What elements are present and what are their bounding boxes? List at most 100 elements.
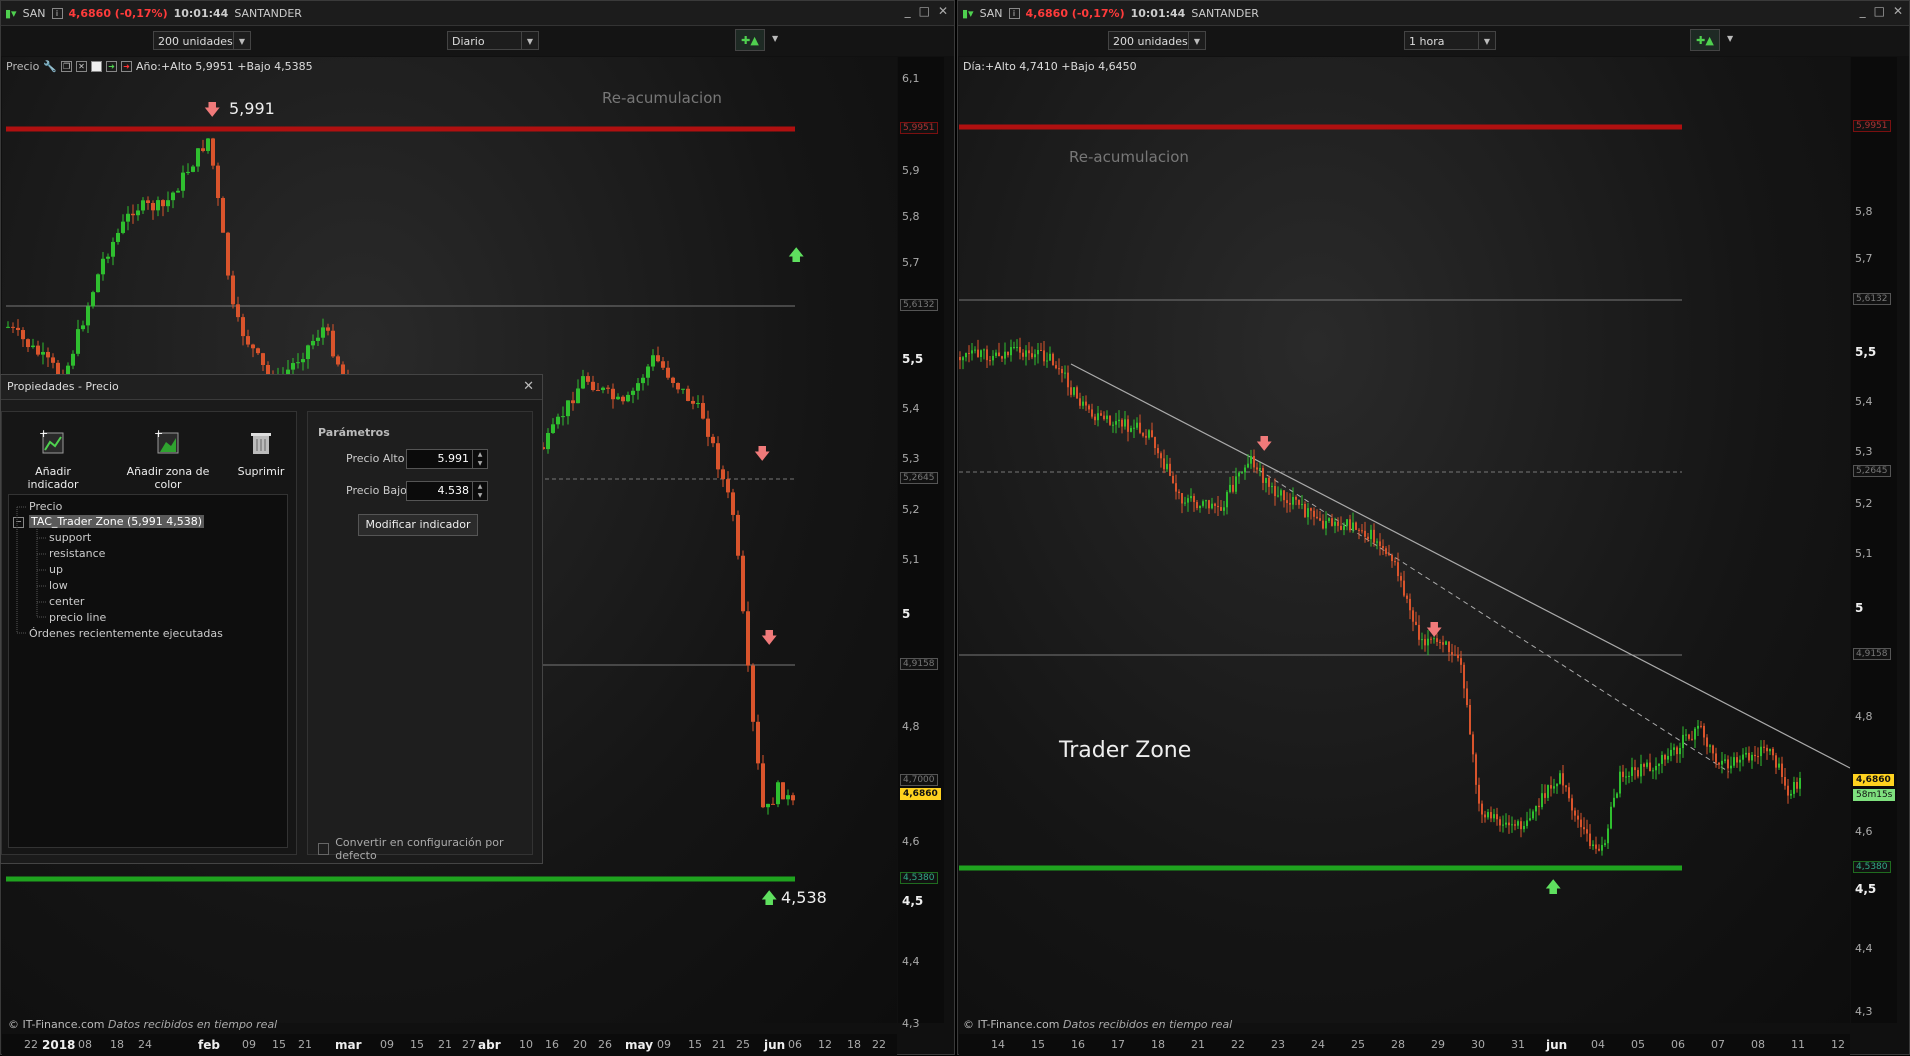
candle-body <box>1217 505 1219 508</box>
candle-body <box>1337 521 1339 526</box>
stepper-icon[interactable]: ▲ ▼ <box>472 450 487 468</box>
candle-body <box>1670 749 1672 756</box>
precio-bajo-input[interactable]: 4.538 ▲ ▼ <box>406 481 488 501</box>
candle-body <box>581 376 585 389</box>
candle-body <box>1244 467 1246 473</box>
candle-body <box>1382 546 1384 549</box>
y-tick: 5,5 <box>902 352 924 366</box>
candle-body <box>1109 415 1111 425</box>
candle-body <box>1502 824 1504 826</box>
default-config-checkbox[interactable]: Convertir en configuración por defecto <box>318 836 532 862</box>
candle-body <box>1391 554 1393 562</box>
x-tick: 09 <box>657 1038 671 1051</box>
candle-body <box>711 436 715 444</box>
candle-body <box>586 376 590 382</box>
stepper-icon[interactable]: ▲ ▼ <box>472 482 487 500</box>
checkbox[interactable] <box>318 843 330 855</box>
close-icon[interactable]: ✕ <box>938 4 948 18</box>
delete-button[interactable]: Suprimir <box>234 428 288 478</box>
window-menu-icon[interactable]: ▮▾ <box>5 7 17 20</box>
maximize-icon[interactable]: □ <box>919 4 930 18</box>
minimize-icon[interactable]: _ <box>905 4 911 18</box>
candle-body <box>1316 516 1318 519</box>
right-y-axis: 5,9951 5,8 5,7 5,6132 5,5 5,4 5,3 5,2645… <box>1851 57 1897 1023</box>
add-color-zone-button[interactable]: + Añadir zona de color <box>116 427 220 491</box>
candle-body <box>1598 848 1600 851</box>
maximize-icon[interactable]: □ <box>1874 4 1885 18</box>
candle-body <box>671 377 675 383</box>
candle-body <box>1409 598 1411 611</box>
copy-icon[interactable]: ❐ <box>61 61 73 72</box>
candle-body <box>1133 427 1135 429</box>
chevron-down-icon: ▼ <box>233 32 250 49</box>
candle-body <box>1364 530 1366 537</box>
candle-body <box>1253 455 1255 468</box>
candle-body <box>626 394 630 402</box>
candle-body <box>1694 728 1696 740</box>
close-icon[interactable]: ✕ <box>1893 4 1903 18</box>
left-footer: © IT-Finance.com Datos recibidos en tiem… <box>8 1018 277 1031</box>
candle-body <box>1724 759 1726 761</box>
delete-icon[interactable]: ✕ <box>76 61 88 72</box>
candle-body <box>221 198 225 233</box>
exit-icon[interactable]: ➜ <box>121 61 133 72</box>
minimize-icon[interactable]: _ <box>1860 4 1866 18</box>
timeframe-select[interactable]: 1 hora ▼ <box>1404 31 1496 50</box>
candle-body <box>1454 654 1456 656</box>
copyright: © IT-Finance.com <box>8 1018 105 1031</box>
timeframe-select[interactable]: Diario ▼ <box>447 31 539 50</box>
candle-body <box>576 388 580 404</box>
x-tick: jun <box>764 1038 786 1052</box>
add-indicator-button[interactable]: + Añadir indicador <box>12 427 94 491</box>
units-select[interactable]: 200 unidades ▼ <box>1108 31 1206 50</box>
export-icon[interactable]: ➜ <box>106 61 118 72</box>
candle-body <box>1565 785 1567 788</box>
right-chart-window: ▮▾ SAN i 4,6860 (-0,17%) 10:01:44 SANTAN… <box>957 0 1910 1056</box>
candle-body <box>1070 387 1072 395</box>
candle-body <box>1175 483 1177 492</box>
candle-body <box>306 345 310 360</box>
color-icon[interactable] <box>91 61 103 72</box>
candle-body <box>781 782 785 800</box>
candle-body <box>101 258 105 275</box>
modify-indicator-button[interactable]: Modificar indicador <box>358 514 478 536</box>
x-tick: 15 <box>688 1038 702 1051</box>
candle-body <box>1202 501 1204 506</box>
info-icon[interactable]: i <box>51 7 63 19</box>
chart-tools-icon[interactable]: ✚▲ <box>1690 29 1720 51</box>
y-tick: 5,8 <box>1855 205 1873 218</box>
info-icon[interactable]: i <box>1008 7 1020 19</box>
y-tick: 4,8 <box>902 720 920 733</box>
candle-body <box>141 200 145 211</box>
candle-body <box>1097 413 1099 421</box>
candle-body <box>1673 747 1675 750</box>
range-info: Año:+Alto 5,9951 +Bajo 4,5385 <box>136 60 313 73</box>
chevron-down-icon[interactable]: ▼ <box>772 34 778 43</box>
candle-body <box>71 353 75 366</box>
candle-body <box>1574 810 1576 816</box>
clock-time: 10:01:44 <box>173 6 229 20</box>
x-tick: mar <box>335 1038 362 1052</box>
chart-tools-icon[interactable]: ✚▲ <box>735 29 765 51</box>
candle-body <box>766 803 770 808</box>
window-menu-icon[interactable]: ▮▾ <box>962 7 974 20</box>
close-icon[interactable]: ✕ <box>523 375 534 399</box>
wrench-icon[interactable]: 🔧 <box>43 60 57 73</box>
candle-body <box>746 611 750 666</box>
candle-body <box>1067 372 1069 388</box>
chevron-down-icon[interactable]: ▼ <box>1727 34 1733 43</box>
candle-body <box>611 388 615 400</box>
candle-body <box>1583 827 1585 830</box>
candle-body <box>1415 621 1417 625</box>
right-price-chart[interactable]: 🡇 🡇 🡅 Día:+Alto 4,7410 +Bajo 4,6450 Re-a… <box>959 57 1850 1023</box>
candle-body <box>156 200 160 211</box>
x-tick: 28 <box>1391 1038 1405 1051</box>
candle-body <box>741 555 745 612</box>
candle-body <box>1301 504 1303 506</box>
chevron-down-icon: ▼ <box>1478 32 1495 49</box>
resistance-flag: 5,9951 <box>900 122 938 134</box>
x-tick: 18 <box>847 1038 861 1051</box>
candle-body <box>236 304 240 318</box>
precio-alto-input[interactable]: 5.991 ▲ ▼ <box>406 449 488 469</box>
units-select[interactable]: 200 unidades ▼ <box>153 31 251 50</box>
